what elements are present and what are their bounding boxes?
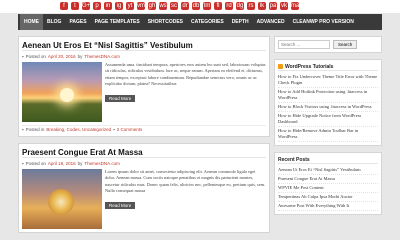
post-meta: ▪ Posted on April 20, 2016 by ThemesDNA.… [22,53,266,60]
nav-item-home[interactable]: HOME [20,14,43,30]
sidebar-link[interactable]: How to Hide/Remove Admin Toolbar Bar in … [278,127,378,142]
sidebar-link[interactable]: How to Fix Undercover Theme Title Error … [278,73,378,88]
social-icon[interactable]: lk [258,2,266,10]
social-icon[interactable]: f [60,2,68,10]
read-more-button[interactable]: Read More [105,95,136,103]
sidebar-link[interactable]: Aenean Ut Eros Et “Nisl Sagittis” Vestib… [278,166,378,175]
widget-title: Recent Posts [278,156,378,164]
social-icon[interactable]: rd [225,2,233,10]
post-meta: ▪ Posted on April 19, 2016 by ThemesDNA.… [22,160,266,167]
by-label: by [77,54,83,59]
nav-item-shortcodes[interactable]: SHORTCODES [144,14,187,30]
social-icon[interactable]: in [104,2,112,10]
search-button[interactable]: Search [333,40,358,49]
post-comments-link[interactable]: 2 Comments [117,126,143,134]
calendar-icon: ▪ [22,161,24,166]
social-icon[interactable]: rs [247,2,255,10]
top-bar: f t G+ p in ig yt vm gh ws sc dr db tm fl rd dg rs lk pa vk m… [0,0,400,13]
nav-item-depth[interactable]: DEPTH [228,14,253,30]
search-widget: Search [274,36,382,53]
social-icon[interactable]: pa [269,2,277,10]
posted-on-label: Posted on [25,161,46,166]
social-icon[interactable]: vm [137,2,145,10]
main-content: Aenean Ut Eros Et “Nisl Sagittis” Vestib… [18,36,270,240]
social-icon[interactable]: p [93,2,101,10]
social-icon[interactable]: mail [291,2,302,10]
social-icon[interactable]: gh [148,2,156,10]
search-input[interactable] [278,40,330,49]
nav-item-cleanwp-pro-version[interactable]: CLEANWP PRO VERSION [289,14,358,30]
by-label: by [77,161,83,166]
post-categories[interactable]: Breaking, Codes, Uncategorized [46,126,111,134]
post-date[interactable]: April 19, 2016 [48,160,76,167]
sidebar-link[interactable]: Tempertinas Ab Culpa Ipsa Morbi Auctor [278,193,378,202]
widget-title: WordPress Tutorials [278,63,378,71]
comment-icon: ▪ [113,126,115,132]
post-title[interactable]: Praesent Congue Erat At Massa [22,147,266,158]
calendar-icon: ▪ [22,54,24,59]
social-icon[interactable]: db [192,2,200,10]
post-title[interactable]: Aenean Ut Eros Et “Nisl Sagittis” Vestib… [22,40,266,51]
posted-in-label: Posted in [25,126,45,132]
post-2: Praesent Congue Erat At Massa ▪ Posted o… [18,143,270,233]
recent-posts-widget: Recent Posts Aenean Ut Eros Et “Nisl Sag… [274,152,382,215]
social-icon[interactable]: fl [214,2,222,10]
social-icons: f t G+ p in ig yt vm gh ws sc dr db tm fl rd dg rs lk pa vk m… [60,2,302,11]
sidebar-link[interactable]: How to Add Hotlink Protection using .hta… [278,88,378,103]
post-excerpt: Lorem ipsum dolor sit amet, consectetur … [105,169,266,193]
post-author[interactable]: ThemesDNA.com [84,160,120,167]
post-author[interactable]: ThemesDNA.com [84,53,120,60]
social-icon[interactable]: ws [159,2,167,10]
nav-item-categories[interactable]: CATEGORIES [187,14,228,30]
social-icon[interactable]: vk [280,2,288,10]
post-1: Aenean Ut Eros Et “Nisl Sagittis” Vestib… [18,36,270,137]
widget-title-text: WordPress Tutorials [285,63,334,70]
nav-item-blog[interactable]: BLOG [43,14,65,30]
social-icon[interactable]: tm [203,2,211,10]
post-thumbnail[interactable] [22,169,102,229]
sidebar-link[interactable]: How to Hide Upgrade Notice from WordPres… [278,112,378,127]
sidebar-link[interactable]: Awesome Post With Everything With It [278,202,378,211]
sidebar-link[interactable]: WPVIE Me Post Content [278,184,378,193]
sidebar-link[interactable]: Praesent Congue Erat At Massa [278,175,378,184]
post-excerpt: Assumenda uma. tincidunt tempora, aperio… [105,62,266,86]
social-icon[interactable]: dr [181,2,189,10]
social-icon[interactable]: yt [126,2,134,10]
nav-item-pages[interactable]: PAGES [65,14,90,30]
sidebar: Search WordPress Tutorials How to Fix Un… [274,36,382,240]
main-navigation: HOME BLOG PAGES PAGE TEMPLATES SHORTCODES CAT… [18,14,382,30]
social-icon[interactable]: G+ [82,2,90,10]
nav-item-page-templates[interactable]: PAGE TEMPLATES [91,14,144,30]
social-icon[interactable]: dg [236,2,244,10]
sidebar-link[interactable]: How to Block Visitors using .htaccess in… [278,103,378,112]
social-icon[interactable]: sc [170,2,178,10]
read-more-button[interactable]: Read More [105,202,136,210]
nav-item-advanced[interactable]: ADVANCED [253,14,289,30]
post-date[interactable]: April 20, 2016 [48,53,76,60]
tutorials-widget: WordPress Tutorials How to Fix Undercove… [274,59,382,146]
post-thumbnail[interactable] [22,62,102,122]
social-icon[interactable]: t [71,2,79,10]
rss-icon [278,64,283,69]
post-footer: ▪ Posted in Breaking, Codes, Uncategoriz… [22,125,266,133]
folder-icon: ▪ [22,126,24,132]
posted-on-label: Posted on [25,54,46,59]
social-icon[interactable]: ig [115,2,123,10]
